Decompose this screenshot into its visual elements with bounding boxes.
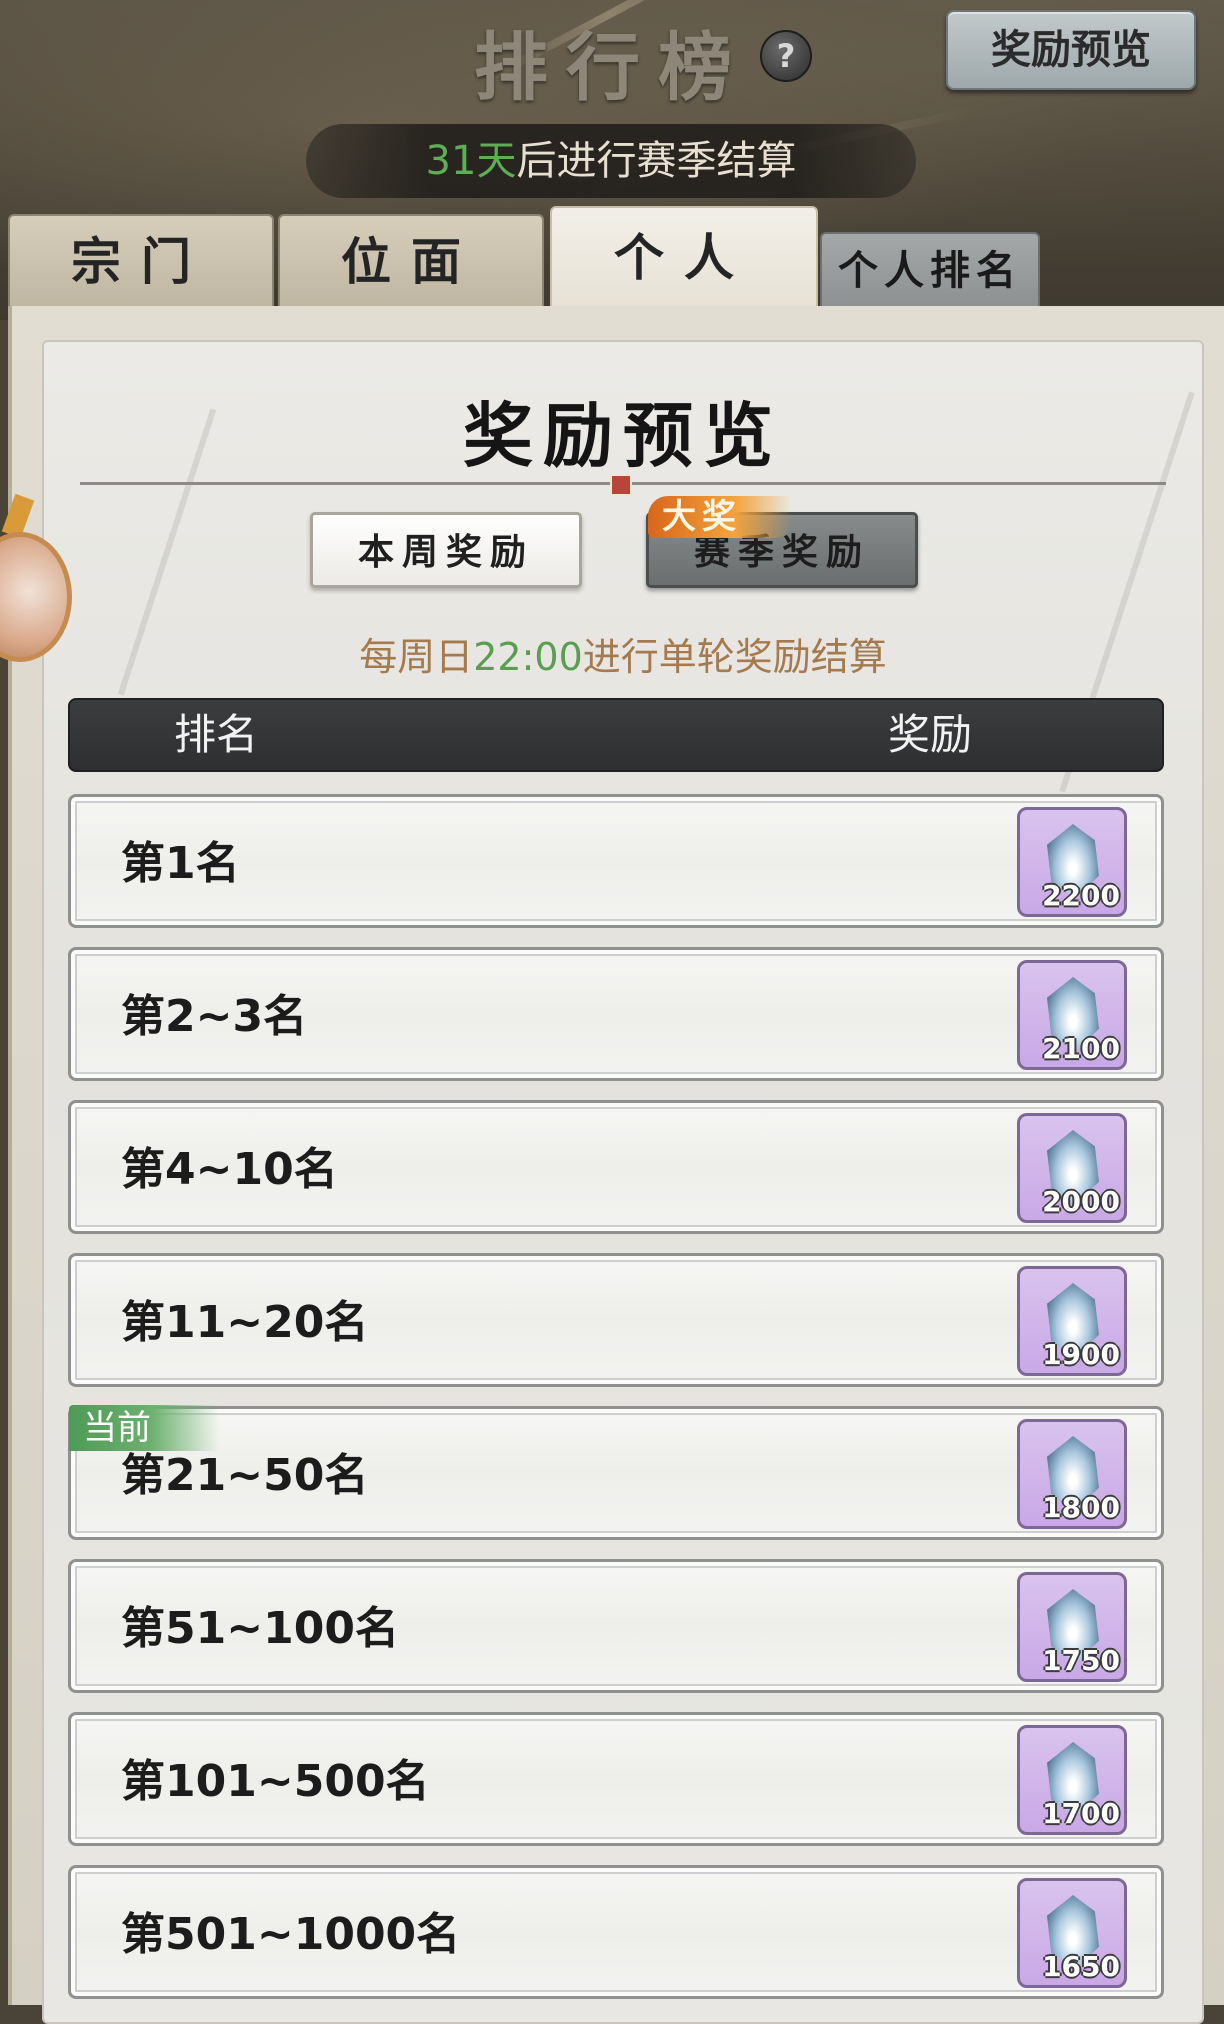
reward-item[interactable]: 1900 [1017, 1266, 1127, 1376]
column-reward: 奖励 [888, 710, 973, 759]
weekly-reward-button[interactable]: 本周奖励 [310, 512, 582, 588]
reward-item[interactable]: 1650 [1017, 1878, 1127, 1988]
reward-item[interactable]: 2000 [1017, 1113, 1127, 1223]
reward-amount: 1800 [1042, 1491, 1120, 1524]
settle-time: 22:00 [473, 635, 583, 679]
reward-amount: 1700 [1042, 1797, 1120, 1830]
rank-label: 第4~10名 [121, 1144, 338, 1195]
table-row-current: 当前 第21~50名 1800 [68, 1405, 1164, 1540]
rank-label: 第1名 [121, 838, 240, 889]
reward-amount: 2100 [1042, 1032, 1120, 1065]
table-row: 第11~20名 1900 [68, 1253, 1164, 1387]
table-row: 第2~3名 2100 [68, 947, 1164, 1081]
table-header: 排名 奖励 [68, 698, 1164, 772]
help-icon[interactable]: ? [760, 30, 812, 82]
reward-amount: 1650 [1042, 1950, 1120, 1983]
reward-amount: 2200 [1042, 879, 1120, 912]
season-days: 31天 [425, 138, 517, 184]
table-row: 第101~500名 1700 [68, 1712, 1164, 1846]
reward-amount: 1750 [1042, 1644, 1120, 1677]
main-panel: 奖励预览 本周奖励 赛季奖励 大奖 每周日22:00进行单轮奖励结算 排名 奖励… [8, 306, 1224, 2024]
reward-preview-button[interactable]: 奖励预览 [946, 10, 1196, 90]
reward-item[interactable]: 1800 [1017, 1419, 1127, 1529]
settlement-note: 每周日22:00进行单轮奖励结算 [44, 626, 1202, 681]
season-text: 后进行赛季结算 [516, 138, 797, 184]
avatar-portrait [0, 532, 72, 662]
column-rank: 排名 [174, 710, 259, 759]
grand-prize-badge: 大奖 [648, 496, 792, 538]
character-avatar[interactable] [0, 493, 72, 672]
seal-icon [610, 474, 632, 496]
table-row: 第51~100名 1750 [68, 1559, 1164, 1693]
rank-label: 第501~1000名 [121, 1909, 461, 1960]
settle-prefix: 每周日 [359, 635, 474, 679]
tab-personal[interactable]: 个人 [550, 206, 818, 306]
reward-item[interactable]: 1700 [1017, 1725, 1127, 1835]
rank-label: 第11~20名 [121, 1297, 369, 1348]
reward-item[interactable]: 2100 [1017, 960, 1127, 1070]
reward-item[interactable]: 1750 [1017, 1572, 1127, 1682]
season-countdown: 31天后进行赛季结算 [306, 124, 916, 198]
reward-item[interactable]: 2200 [1017, 807, 1127, 917]
table-row: 第501~1000名 1650 [68, 1865, 1164, 1999]
table-row: 第1名 2200 [68, 794, 1164, 928]
reward-amount: 2000 [1042, 1185, 1120, 1218]
tab-personal-ranking[interactable]: 个人排名 [820, 232, 1040, 306]
tab-plane[interactable]: 位面 [278, 214, 544, 306]
reward-amount: 1900 [1042, 1338, 1120, 1371]
rank-label: 第21~50名 [121, 1450, 369, 1501]
dialog-title: 奖励预览 [463, 394, 783, 477]
rank-label: 第2~3名 [121, 991, 308, 1042]
rank-label: 第101~500名 [121, 1756, 430, 1807]
tab-sect[interactable]: 宗门 [8, 214, 274, 306]
reward-preview-dialog: 奖励预览 本周奖励 赛季奖励 大奖 每周日22:00进行单轮奖励结算 排名 奖励… [42, 340, 1204, 2024]
rank-label: 第51~100名 [121, 1603, 399, 1654]
table-row: 第4~10名 2000 [68, 1100, 1164, 1234]
settle-suffix: 进行单轮奖励结算 [582, 635, 887, 679]
